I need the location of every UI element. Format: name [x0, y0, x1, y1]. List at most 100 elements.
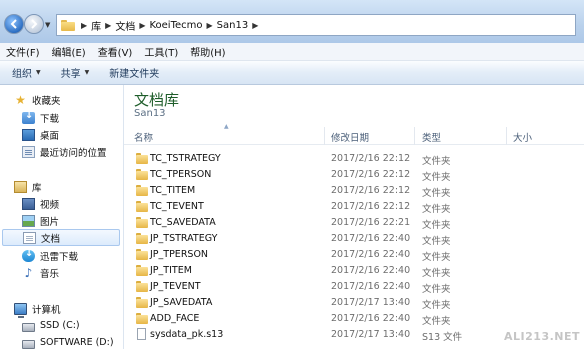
hard-drive-icon [22, 322, 35, 332]
column-divider[interactable] [324, 127, 325, 145]
file-name: JP_TEVENT [150, 281, 201, 292]
sidebar-item-documents[interactable]: 文档 [2, 229, 120, 246]
sidebar-item-music[interactable]: ♪ 音乐 [22, 264, 59, 281]
sidebar-item-label: 音乐 [40, 268, 60, 280]
file-name: TC_TPERSON [150, 169, 212, 180]
sidebar-item-desktop[interactable]: 桌面 [22, 126, 59, 143]
forward-button[interactable] [24, 14, 44, 34]
sidebar-item-label: 图片 [40, 216, 60, 228]
file-date: 2017/2/16 22:40 [331, 233, 411, 244]
sidebar-item-xunlei-downloads[interactable]: 迅雷下载 [22, 247, 78, 264]
sidebar-item-recent-places[interactable]: 最近访问的位置 [22, 143, 107, 160]
file-date: 2017/2/16 22:21 [331, 217, 411, 228]
file-row[interactable]: TC_TSTRATEGY 2017/2/16 22:12 文件夹 [124, 151, 584, 167]
column-divider[interactable] [414, 127, 415, 145]
file-date: 2017/2/17 13:40 [331, 297, 411, 308]
file-date: 2017/2/16 22:12 [331, 185, 411, 196]
file-date: 2017/2/16 22:12 [331, 153, 411, 164]
sidebar-item-label: 库 [32, 182, 42, 194]
sidebar-item-label: 文档 [41, 233, 61, 245]
recent-pages-dropdown[interactable]: ▼ [45, 21, 50, 29]
sidebar-item-videos[interactable]: 视频 [22, 195, 59, 212]
file-row[interactable]: TC_TPERSON 2017/2/16 22:12 文件夹 [124, 167, 584, 183]
folder-icon [136, 265, 148, 276]
sidebar-item-label: 迅雷下载 [40, 251, 79, 263]
sidebar-item-downloads[interactable]: 下载 [22, 109, 59, 126]
file-date: 2017/2/16 22:40 [331, 249, 411, 260]
file-type: 文件夹 [422, 204, 451, 215]
file-list-pane: 文档库 San13 ▲ 名称 修改日期 类型 大小 TC_TSTRATEGY 20… [124, 85, 584, 349]
file-row[interactable]: JP_SAVEDATA 2017/2/17 13:40 文件夹 [124, 295, 584, 311]
file-row[interactable]: TC_TEVENT 2017/2/16 22:12 文件夹 [124, 199, 584, 215]
sidebar-item-drive-d[interactable]: SOFTWARE (D:) [22, 334, 114, 349]
file-row[interactable]: TC_TITEM 2017/2/16 22:12 文件夹 [124, 183, 584, 199]
sidebar-item-label: 桌面 [40, 130, 60, 142]
file-name: TC_TSTRATEGY [150, 153, 221, 164]
file-type: 文件夹 [422, 172, 451, 183]
menu-bar: 文件(F) 编辑(E) 查看(V) 工具(T) 帮助(H) [0, 43, 584, 61]
sidebar-item-pictures[interactable]: 图片 [22, 212, 59, 229]
folder-icon [136, 201, 148, 212]
file-date: 2017/2/16 22:40 [331, 281, 411, 292]
computer-icon [14, 302, 27, 318]
menu-view[interactable]: 查看(V) [98, 44, 133, 59]
chevron-right-icon[interactable]: ▶ [139, 21, 145, 30]
organize-label: 组织 [12, 69, 32, 80]
breadcrumb-item[interactable]: 库 [91, 18, 101, 33]
sidebar-item-label: SOFTWARE (D:) [40, 337, 114, 348]
file-row[interactable]: TC_SAVEDATA 2017/2/16 22:21 文件夹 [124, 215, 584, 231]
menu-edit[interactable]: 编辑(E) [52, 44, 86, 59]
new-folder-button[interactable]: 新建文件夹 [109, 65, 159, 80]
file-date: 2017/2/16 22:12 [331, 201, 411, 212]
download-folder-icon [22, 110, 35, 124]
breadcrumb-item[interactable]: San13 [217, 20, 249, 31]
sidebar-item-favorites[interactable]: ★ 收藏夹 [14, 91, 61, 108]
file-row[interactable]: JP_TSTRATEGY 2017/2/16 22:40 文件夹 [124, 231, 584, 247]
folder-icon [136, 185, 148, 196]
file-row[interactable]: ADD_FACE 2017/2/16 22:40 文件夹 [124, 311, 584, 327]
breadcrumb[interactable]: ▶ 库 ▶ 文档 ▶ KoeiTecmo ▶ San13 ▶ [56, 14, 576, 36]
library-title: 文档库 [134, 91, 180, 109]
file-date: 2017/2/17 13:40 [331, 329, 411, 340]
caret-down-icon: ▼ [84, 69, 90, 76]
file-name: TC_TEVENT [150, 201, 204, 212]
library-icon [14, 180, 27, 193]
sidebar-item-drive-c[interactable]: SSD (C:) [22, 317, 80, 334]
column-header-name[interactable]: 名称 [134, 130, 153, 144]
file-name: JP_TSTRATEGY [150, 233, 218, 244]
file-row[interactable]: JP_TPERSON 2017/2/16 22:40 文件夹 [124, 247, 584, 263]
menu-file[interactable]: 文件(F) [6, 44, 40, 59]
music-note-icon: ♪ [24, 265, 33, 280]
file-row[interactable]: JP_TEVENT 2017/2/16 22:40 文件夹 [124, 279, 584, 295]
sidebar-item-label: 视频 [40, 199, 60, 211]
file-name: JP_TPERSON [150, 249, 209, 260]
share-button[interactable]: 共享 ▼ [61, 65, 90, 80]
forward-arrow-icon [31, 19, 38, 29]
sidebar-item-computer[interactable]: 计算机 [14, 300, 61, 318]
sidebar-item-label: 收藏夹 [32, 95, 61, 107]
file-name: ADD_FACE [150, 313, 200, 324]
breadcrumb-item[interactable]: 文档 [115, 18, 135, 33]
folder-icon [136, 217, 148, 228]
chevron-right-icon[interactable]: ▶ [105, 21, 111, 30]
menu-help[interactable]: 帮助(H) [190, 44, 225, 59]
folder-icon [136, 297, 148, 308]
sidebar-item-libraries[interactable]: 库 [14, 178, 42, 195]
back-button[interactable] [4, 14, 24, 34]
column-divider[interactable] [506, 127, 507, 145]
chevron-right-icon[interactable]: ▶ [81, 21, 87, 30]
file-row[interactable]: JP_TITEM 2017/2/16 22:40 文件夹 [124, 263, 584, 279]
column-header-row: 名称 修改日期 类型 大小 [124, 127, 584, 145]
column-header-size[interactable]: 大小 [513, 130, 532, 144]
sidebar-item-label: SSD (C:) [40, 320, 80, 331]
menu-tools[interactable]: 工具(T) [144, 44, 178, 59]
chevron-right-icon[interactable]: ▶ [252, 21, 258, 30]
column-header-type[interactable]: 类型 [422, 130, 441, 144]
file-name: TC_SAVEDATA [150, 217, 216, 228]
star-icon: ★ [15, 92, 26, 107]
file-name: JP_TITEM [150, 265, 192, 276]
chevron-right-icon[interactable]: ▶ [207, 21, 213, 30]
column-header-date[interactable]: 修改日期 [331, 130, 369, 144]
breadcrumb-item[interactable]: KoeiTecmo [149, 20, 202, 31]
organize-button[interactable]: 组织 ▼ [12, 65, 41, 80]
